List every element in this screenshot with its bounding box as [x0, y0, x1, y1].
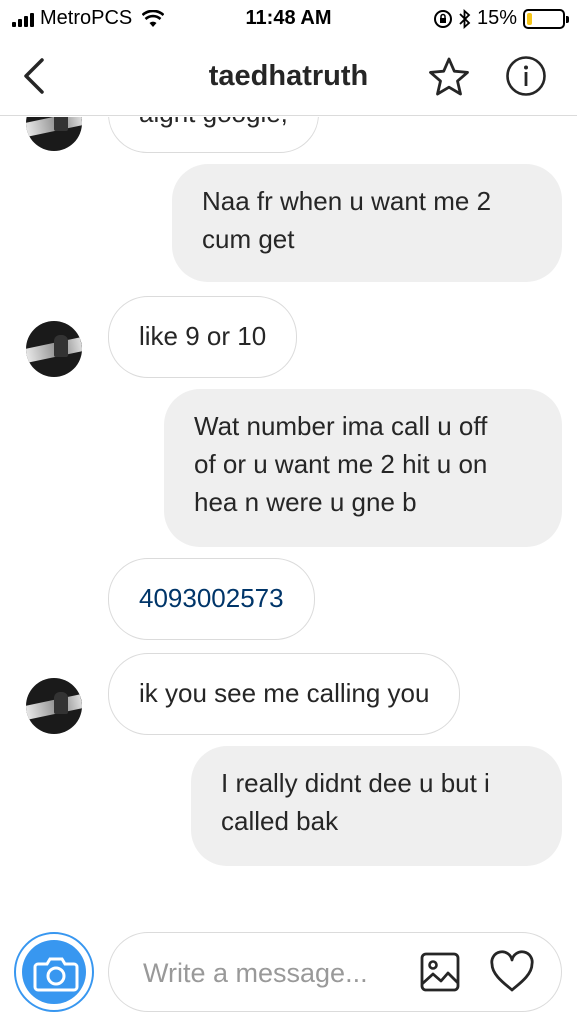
status-bar: MetroPCS 11:48 AM 15%	[0, 0, 577, 38]
camera-icon	[33, 957, 79, 992]
status-right: 15%	[433, 7, 569, 30]
message-bubble-outgoing[interactable]: I really didnt dee u but i called bak	[191, 746, 562, 866]
message-line: of or u want me 2 hit u on	[194, 449, 488, 479]
star-icon[interactable]	[428, 56, 470, 98]
message-text: aight google,	[139, 117, 288, 128]
gallery-icon[interactable]	[419, 951, 461, 993]
message-line: Naa fr when u want me 2	[202, 186, 492, 216]
message-line: Wat number ima call u off	[194, 411, 488, 441]
avatar[interactable]	[26, 678, 82, 734]
message-line: I really didnt dee u but i	[221, 768, 490, 798]
message-line: called bak	[221, 806, 339, 836]
bluetooth-icon	[459, 8, 471, 29]
battery-icon	[523, 8, 569, 29]
message-bubble-outgoing[interactable]: Wat number ima call u off of or u want m…	[164, 389, 562, 547]
battery-percent: 15%	[476, 7, 517, 29]
rotation-lock-icon	[433, 9, 452, 28]
message-bubble-phone-link[interactable]: 4093002573	[108, 558, 315, 640]
message-bubble-incoming[interactable]: like 9 or 10	[108, 296, 298, 378]
message-thread[interactable]: aight google, Naa fr when u want me 2 cu…	[0, 117, 577, 927]
message-line: hea n were u gne b	[194, 487, 417, 517]
message-text: like 9 or 10	[139, 321, 267, 351]
message-text: ik you see me calling you	[139, 678, 430, 708]
heart-icon[interactable]	[489, 950, 535, 994]
message-bubble-outgoing[interactable]: Naa fr when u want me 2 cum get	[172, 164, 562, 282]
camera-button[interactable]	[14, 932, 94, 1012]
conversation-title[interactable]: taedhatruth	[0, 60, 577, 93]
phone-number-link[interactable]: 4093002573	[139, 583, 284, 613]
avatar[interactable]	[26, 321, 82, 377]
avatar[interactable]	[26, 117, 82, 151]
message-bubble-incoming[interactable]: ik you see me calling you	[108, 653, 461, 735]
info-icon[interactable]	[505, 55, 547, 97]
message-input-container[interactable]	[108, 932, 562, 1012]
message-bubble-incoming[interactable]: aight google,	[108, 117, 319, 153]
message-composer	[0, 928, 577, 1024]
message-input[interactable]	[143, 953, 423, 993]
conversation-header: taedhatruth	[0, 38, 577, 116]
message-line: cum get	[202, 224, 295, 254]
battery-fill	[527, 12, 533, 25]
